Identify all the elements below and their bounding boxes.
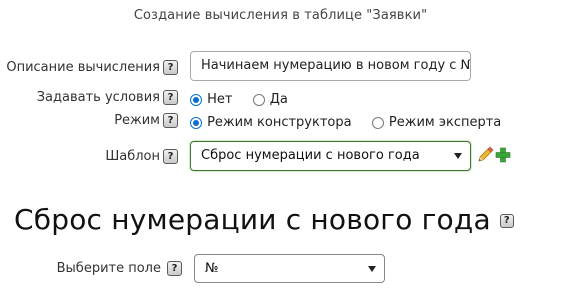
conditions-option-yes-label[interactable]: Да — [270, 92, 288, 107]
mode-radio-group: Режим конструктора Режим эксперта — [190, 112, 501, 131]
plus-icon[interactable] — [495, 147, 511, 163]
mode-option-expert-label[interactable]: Режим эксперта — [389, 115, 501, 130]
chevron-down-icon — [368, 266, 376, 272]
conditions-radio-yes[interactable] — [252, 93, 265, 106]
field-help-icon[interactable]: ? — [167, 261, 182, 276]
field-select-label: Выберите поле — [56, 261, 161, 276]
field-select[interactable]: № — [194, 254, 385, 283]
section-title: Сброс нумерации с нового года ? — [14, 203, 514, 236]
template-select-value: Сброс нумерации с нового года — [201, 148, 420, 163]
conditions-option-no-label[interactable]: Нет — [207, 92, 232, 107]
dialog-title: Создание вычисления в таблице "Заявки" — [133, 8, 428, 23]
mode-radio-constructor[interactable] — [190, 116, 202, 129]
section-help-icon[interactable]: ? — [499, 214, 514, 228]
mode-label: Режим — [114, 113, 160, 128]
pencil-icon[interactable] — [476, 146, 494, 164]
field-select-value: № — [205, 261, 219, 276]
description-input[interactable]: Начинаем нумерацию в новом году с №1 — [190, 51, 471, 81]
description-help-icon[interactable]: ? — [163, 60, 178, 75]
template-help-icon[interactable]: ? — [163, 149, 178, 164]
chevron-down-icon — [454, 153, 462, 159]
section-title-text: Сброс нумерации с нового года — [14, 203, 491, 236]
template-select[interactable]: Сброс нумерации с нового года — [190, 141, 471, 171]
mode-help-icon[interactable]: ? — [163, 113, 178, 128]
description-label: Описание вычисления — [6, 60, 160, 75]
conditions-radio-no[interactable] — [190, 93, 202, 106]
template-label: Шаблон — [105, 149, 160, 164]
conditions-help-icon[interactable]: ? — [163, 90, 178, 105]
conditions-radio-group: Нет Да — [190, 89, 288, 108]
conditions-label: Задавать условия — [36, 90, 160, 105]
mode-radio-expert[interactable] — [371, 116, 384, 129]
mode-option-constructor-label[interactable]: Режим конструктора — [207, 115, 352, 130]
